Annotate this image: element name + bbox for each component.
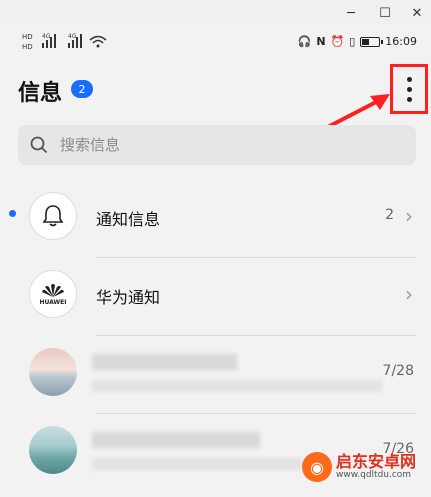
svg-text:HD: HD [22, 33, 33, 41]
blurred-name [92, 432, 260, 448]
conversation-item-blurred-1[interactable]: 7/28 [0, 336, 431, 414]
blurred-name [92, 354, 237, 370]
status-right: 🎧 N ⏰ ▯ 16:09 [298, 35, 417, 48]
unread-dot [9, 210, 16, 217]
more-dot-icon [406, 76, 412, 82]
chevron-right-icon: › [405, 282, 413, 306]
unread-badge: 2 [71, 80, 93, 98]
minimize-button[interactable]: ─ [340, 3, 362, 23]
nfc-icon: N [316, 35, 326, 48]
battery-icon [360, 36, 384, 47]
conversation-count: 2 [385, 207, 394, 223]
site-watermark: ◉ 启东安卓网 www.qdltdu.com [302, 452, 416, 482]
svg-text:4G: 4G [68, 33, 77, 40]
watermark-brand: 启东安卓网 [336, 452, 417, 471]
conversation-item-notifications[interactable]: 通知信息 2 › [0, 180, 431, 258]
search-bar[interactable] [18, 125, 416, 165]
conversation-date: 7/28 [382, 363, 414, 379]
chevron-right-icon: › [405, 204, 413, 228]
conversation-item-huawei[interactable]: HUAWEI 华为通知 › [0, 258, 431, 336]
svg-text:4G: 4G [42, 33, 51, 40]
signal-indicators: HD HD 4G 4G [22, 31, 112, 51]
headset-icon: 🎧 [297, 35, 312, 48]
blurred-preview [92, 458, 302, 470]
avatar [29, 348, 77, 396]
huawei-logo-icon: HUAWEI [29, 270, 77, 318]
page-title: 信息 [18, 81, 63, 106]
search-icon [30, 136, 48, 154]
conversation-name: 通知信息 [96, 210, 161, 229]
conversation-name: 华为通知 [96, 288, 161, 307]
more-dot-icon [406, 96, 412, 102]
window-title-bar: ─ ☐ ✕ [0, 0, 431, 26]
huawei-logo-text: HUAWEI [39, 298, 67, 306]
watermark-logo-icon: ◉ [302, 452, 332, 482]
bell-icon [29, 192, 77, 240]
signal-icon: HD HD 4G 4G [22, 33, 107, 51]
avatar [29, 426, 77, 474]
maximize-button[interactable]: ☐ [374, 3, 396, 23]
more-dot-icon [406, 86, 412, 92]
watermark-url: www.qdltdu.com [336, 470, 412, 480]
alarm-icon: ⏰ [330, 35, 345, 48]
vibrate-icon: ▯ [349, 35, 356, 48]
status-bar: HD HD 4G 4G 🎧 N ⏰ ▯ 16:09 [0, 26, 431, 60]
conversation-list: 通知信息 2 › HUAWEI 华为通知 › 7/28 7/26 [0, 180, 431, 492]
svg-text:HD: HD [22, 43, 33, 51]
close-button[interactable]: ✕ [406, 3, 428, 23]
search-input[interactable] [58, 135, 382, 155]
blurred-preview [92, 380, 382, 392]
clock: 16:09 [385, 35, 417, 48]
